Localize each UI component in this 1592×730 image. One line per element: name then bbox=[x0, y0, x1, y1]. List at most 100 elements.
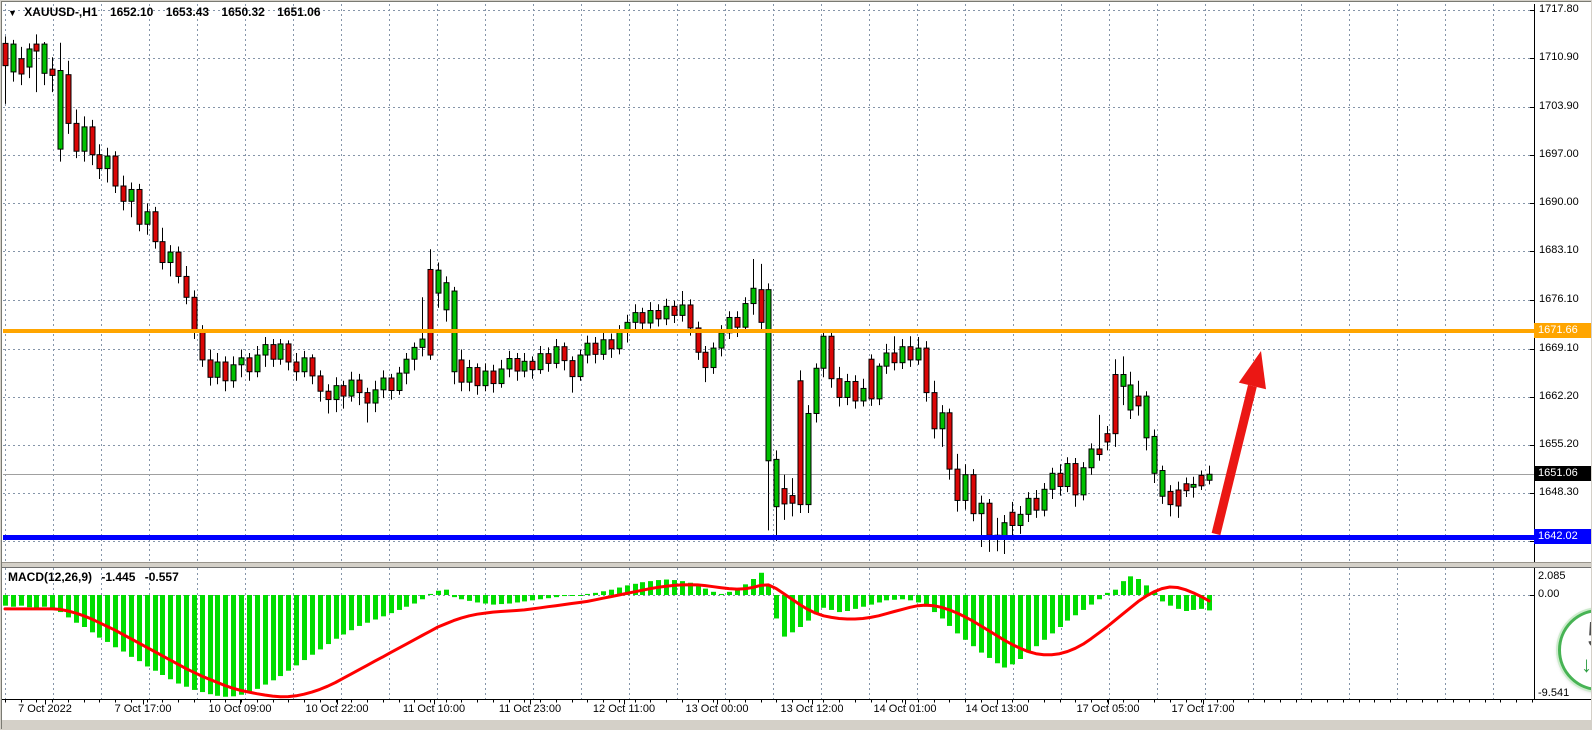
macd-bar bbox=[389, 595, 394, 613]
candle-body-bull bbox=[617, 331, 622, 348]
candle-body-bear bbox=[593, 343, 598, 354]
macd-bar bbox=[184, 595, 189, 687]
candle-body-bull bbox=[1191, 484, 1196, 487]
resistance-line[interactable] bbox=[3, 329, 1534, 333]
candle-body-bull bbox=[278, 344, 283, 359]
candle-body-bull bbox=[231, 365, 236, 381]
candle-body-bear bbox=[113, 156, 118, 186]
candle-body-bear bbox=[176, 252, 181, 276]
price-chart[interactable] bbox=[0, 0, 1592, 730]
candle-body-bear bbox=[389, 378, 394, 391]
time-axis-label: 17 Oct 17:00 bbox=[1172, 703, 1235, 715]
macd-bar bbox=[223, 595, 228, 697]
symbol-dropdown-icon[interactable]: ▼ bbox=[8, 8, 17, 18]
support-line[interactable] bbox=[3, 535, 1534, 540]
trend-arrow-head[interactable] bbox=[1239, 351, 1266, 389]
candle-body-bull bbox=[467, 368, 472, 383]
candle-body-bear bbox=[924, 348, 929, 393]
macd-bar bbox=[884, 595, 889, 600]
candle-body-bull bbox=[719, 333, 724, 348]
candle-body-bull bbox=[1128, 385, 1133, 410]
price-axis-label: 1676.10 bbox=[1539, 293, 1579, 305]
candle-body-bear bbox=[326, 391, 331, 399]
candle-body-bear bbox=[932, 393, 937, 429]
candle-body-bull bbox=[680, 305, 685, 315]
candle-body-bear bbox=[987, 503, 992, 535]
macd-bar bbox=[554, 595, 559, 597]
macd-bar bbox=[916, 595, 921, 602]
macd-bar bbox=[1207, 595, 1212, 610]
candle-body-bull bbox=[916, 348, 921, 360]
candle-body-bear bbox=[357, 380, 362, 393]
candle-body-bear bbox=[19, 59, 24, 74]
candle-body-bear bbox=[208, 360, 213, 377]
candle-body-bull bbox=[522, 361, 527, 371]
macd-bar bbox=[672, 580, 677, 595]
macd-bar bbox=[727, 592, 732, 595]
macd-bar bbox=[869, 595, 874, 605]
candle-body-bull bbox=[1018, 514, 1023, 525]
trend-arrow-shaft[interactable] bbox=[1216, 386, 1252, 534]
candle-body-bear bbox=[546, 354, 551, 364]
macd-bar bbox=[774, 595, 779, 618]
candle-body-bear bbox=[829, 336, 834, 378]
macd-bar bbox=[3, 595, 8, 606]
macd-bar bbox=[1089, 595, 1094, 605]
macd-bar bbox=[995, 595, 1000, 663]
ohlc-open: 1652.10 bbox=[110, 5, 153, 19]
candle-body-bull bbox=[963, 475, 968, 501]
macd-bar bbox=[1042, 595, 1047, 640]
candle-body-bull bbox=[1121, 375, 1126, 387]
price-axis-label: 1697.00 bbox=[1539, 148, 1579, 160]
macd-bar bbox=[82, 595, 87, 627]
macd-bar bbox=[168, 595, 173, 679]
macd-label: MACD(12,26,9) bbox=[8, 570, 92, 584]
symbol-label: XAUUSD-,H1 bbox=[24, 5, 97, 19]
candle-body-bear bbox=[656, 311, 661, 319]
candle-body-bull bbox=[884, 353, 889, 366]
badge-count: 5 bbox=[1587, 614, 1592, 656]
price-axis-label: 1710.90 bbox=[1539, 51, 1579, 63]
macd-bar bbox=[247, 595, 252, 692]
candle-body-bear bbox=[892, 353, 897, 363]
price-axis-label: 1648.30 bbox=[1539, 486, 1579, 498]
candle-body-bear bbox=[1105, 434, 1110, 442]
time-axis-label: 12 Oct 11:00 bbox=[593, 703, 655, 715]
macd-bar bbox=[137, 595, 142, 661]
macd-bar bbox=[696, 585, 701, 595]
macd-bar bbox=[263, 595, 268, 685]
candle-body-bear bbox=[66, 75, 71, 124]
candle-body-bull bbox=[1050, 473, 1055, 489]
candle-body-bull bbox=[255, 355, 260, 372]
pane-splitter[interactable] bbox=[0, 562, 1592, 568]
macd-axis-label: 0.00 bbox=[1538, 588, 1559, 600]
candle-body-bear bbox=[247, 358, 252, 372]
candle-body-bull bbox=[168, 252, 173, 262]
candle-body-bear bbox=[475, 368, 480, 386]
candle-body-bear bbox=[1184, 484, 1189, 491]
macd-bar bbox=[467, 595, 472, 601]
macd-bar bbox=[1073, 595, 1078, 615]
candle-body-bull bbox=[42, 44, 47, 73]
price-badge-current: 1651.06 bbox=[1534, 466, 1592, 481]
macd-bar bbox=[932, 595, 937, 612]
candle-body-bull bbox=[711, 348, 716, 367]
macd-bar bbox=[609, 590, 614, 595]
macd-bar bbox=[113, 595, 118, 647]
macd-bar bbox=[499, 595, 504, 604]
chart-header: ▼ XAUUSD-,H1 1652.10 1653.43 1650.32 165… bbox=[8, 5, 330, 19]
candle-body-bull bbox=[1160, 471, 1165, 497]
candle-body-bear bbox=[782, 489, 787, 504]
candle-body-bear bbox=[837, 379, 842, 398]
macd-bar bbox=[766, 586, 771, 595]
candle-body-bull bbox=[751, 288, 756, 303]
macd-bar bbox=[231, 595, 236, 696]
macd-bar bbox=[428, 594, 433, 595]
candle-body-bear bbox=[947, 413, 952, 469]
time-axis-label: 10 Oct 22:00 bbox=[306, 703, 369, 715]
price-axis-label: 1683.10 bbox=[1539, 244, 1579, 256]
candle-body-bull bbox=[578, 355, 583, 377]
candle-body-bear bbox=[74, 123, 79, 151]
candle-body-bull bbox=[633, 313, 638, 323]
macd-bar bbox=[286, 595, 291, 671]
